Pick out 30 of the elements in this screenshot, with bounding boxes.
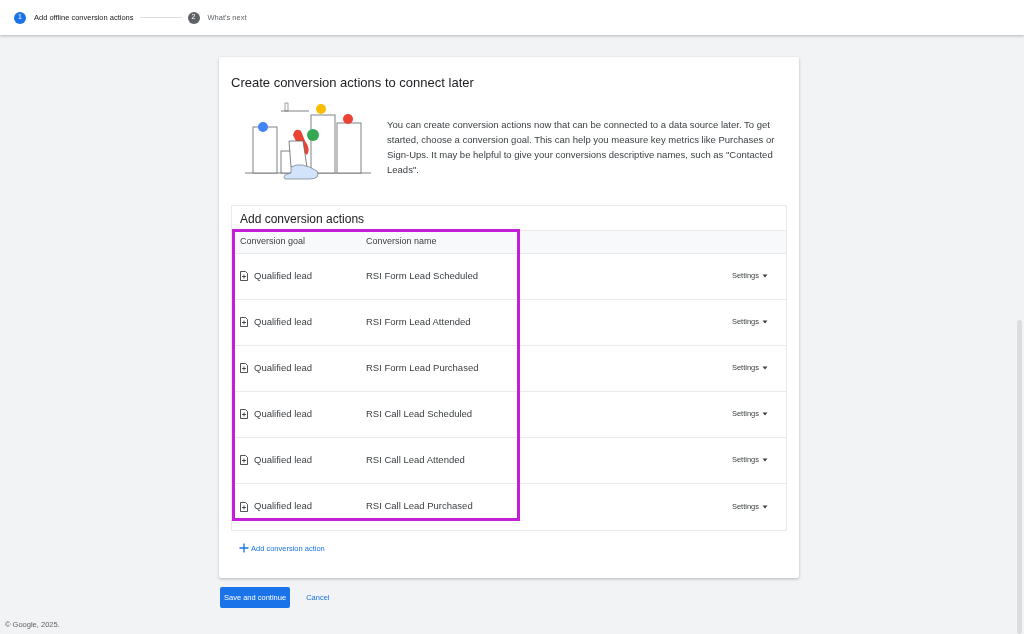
- caret-icon: [762, 320, 768, 324]
- caret-icon: [762, 366, 768, 370]
- panel-title: Add conversion actions: [239, 210, 366, 228]
- document-icon: [240, 409, 248, 419]
- column-header: Conversion goal: [239, 234, 307, 248]
- conversion-name: RSI Form Lead Attended: [366, 314, 472, 329]
- caret-icon: [762, 458, 768, 462]
- goal-text: Qualified lead: [254, 268, 313, 283]
- document-icon: [240, 455, 248, 465]
- conversion-name: RSI Form Lead Purchased: [366, 360, 480, 375]
- document-icon: [240, 501, 248, 512]
- conversion-name: RSI Call Lead Purchased: [366, 499, 474, 514]
- caret-icon: [762, 274, 768, 278]
- goal-text: Qualified lead: [254, 314, 313, 329]
- document-icon: [240, 317, 248, 327]
- plus-icon: [239, 543, 249, 554]
- conversion-name: RSI Call Lead Attended: [366, 452, 466, 467]
- column-header: Conversion name: [366, 234, 438, 248]
- conversion-name: RSI Form Lead Scheduled: [366, 268, 479, 283]
- description-text: You can create conversion actions now that can be connected to a data source later. To get started, choose a conversion goal. This can help you measure key metrics like Purchases or Sign-Ups. It may be helpful to give your conversions descriptive names, such as "Contacted Leads".: [387, 117, 776, 177]
- card-title: Create conversion actions to connect later: [231, 74, 475, 92]
- document-icon: [240, 363, 248, 373]
- goal-text: Qualified lead: [254, 452, 313, 467]
- conversion-name: RSI Call Lead Scheduled: [366, 406, 474, 421]
- goal-text: Qualified lead: [254, 406, 313, 421]
- document-icon: [240, 271, 248, 281]
- goal-text: Qualified lead: [254, 360, 313, 375]
- caret-icon: [762, 412, 768, 416]
- caret-icon: [762, 504, 768, 509]
- goal-text: Qualified lead: [254, 499, 313, 514]
